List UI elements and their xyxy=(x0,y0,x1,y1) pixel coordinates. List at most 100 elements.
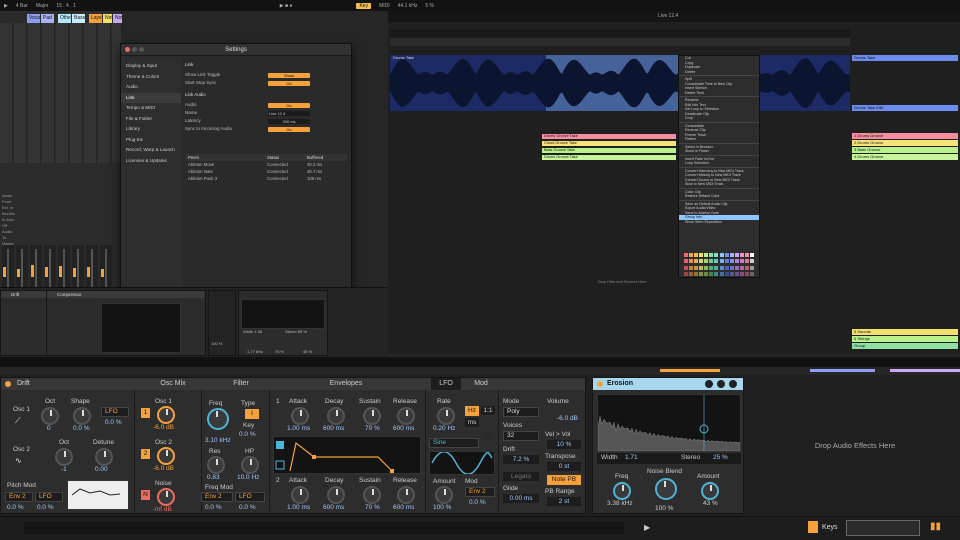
lfo-amount-knob[interactable] xyxy=(435,486,453,504)
color-swatch[interactable] xyxy=(739,253,744,257)
color-swatch[interactable] xyxy=(744,259,749,264)
level-bars-icon[interactable]: ▮▮ xyxy=(930,521,944,533)
env1-decay-knob[interactable] xyxy=(327,407,345,425)
track-header-layers[interactable]: Layers xyxy=(89,14,102,23)
color-swatch[interactable] xyxy=(704,265,709,270)
tab-mod[interactable]: Mod xyxy=(466,378,496,390)
lfo-ms-button[interactable]: ms xyxy=(465,418,479,427)
color-swatch[interactable] xyxy=(704,271,709,276)
transpose-value[interactable]: 0 st xyxy=(547,462,581,471)
compressor-display[interactable] xyxy=(101,303,181,353)
track-header-2-drums-groove[interactable]: 2 Drums Groove xyxy=(852,140,958,146)
erosion-width-value[interactable]: 1.71 xyxy=(625,454,638,461)
zoom-window-icon[interactable] xyxy=(139,47,144,52)
noise-enable-button[interactable]: N xyxy=(141,490,150,500)
pitch-mod-amount-1[interactable]: 0.0 % xyxy=(7,504,24,511)
color-swatch[interactable] xyxy=(689,259,694,264)
midi-clip[interactable]: Drums Groove Take xyxy=(542,155,676,160)
erosion-mini-display[interactable] xyxy=(241,299,325,329)
env2-attack-knob[interactable] xyxy=(291,486,309,504)
color-swatch[interactable] xyxy=(694,259,699,264)
osc1-enable-button[interactable]: 1 xyxy=(141,408,150,418)
color-swatch[interactable] xyxy=(684,259,688,264)
pitch-mod-source-2[interactable]: LFO xyxy=(35,492,63,502)
color-swatch[interactable] xyxy=(699,253,704,257)
play-icon[interactable]: ▶ xyxy=(4,3,8,9)
color-swatch[interactable] xyxy=(734,265,739,270)
color-swatch[interactable] xyxy=(694,265,699,270)
color-swatch[interactable] xyxy=(709,265,714,270)
legato-button[interactable]: Legato xyxy=(503,472,539,481)
color-swatch[interactable] xyxy=(694,271,699,276)
color-swatch[interactable] xyxy=(714,253,719,257)
device-on-icon[interactable] xyxy=(597,381,603,387)
color-swatch[interactable] xyxy=(704,253,709,257)
color-swatch[interactable] xyxy=(749,253,754,257)
color-swatch[interactable] xyxy=(734,271,739,276)
color-swatch[interactable] xyxy=(734,253,739,257)
erosion-stereo-value[interactable]: 25 % xyxy=(713,454,728,461)
color-swatch[interactable] xyxy=(749,265,754,270)
color-swatch[interactable] xyxy=(744,265,749,270)
track-header-note-1[interactable]: Note 1 xyxy=(103,14,112,23)
env2-release-knob[interactable] xyxy=(397,486,415,504)
color-swatch[interactable] xyxy=(724,259,729,264)
pitch-mod-amount-2[interactable]: 0.0 % xyxy=(37,504,54,511)
audio-clip[interactable]: Drums Take xyxy=(390,55,850,111)
env1-sustain-knob[interactable] xyxy=(363,407,381,425)
osc2-enable-button[interactable]: 2 xyxy=(141,449,150,459)
lfo-hz-button[interactable]: Hz xyxy=(465,406,479,416)
track-header-drums-take-edit[interactable]: Drums Take Edit xyxy=(852,105,958,111)
midi-clip[interactable]: Drums Groove Take xyxy=(542,134,676,139)
tempo-display[interactable]: 4 Bar xyxy=(16,3,28,9)
menu-item[interactable]: Loop Selection xyxy=(679,161,759,166)
filter-hp-knob[interactable] xyxy=(241,456,259,474)
position-display[interactable]: 15 . 4 . 1 xyxy=(56,3,75,9)
nav-audio[interactable]: Audio xyxy=(121,82,181,93)
freq-mod-amount-2[interactable]: 0.0 % xyxy=(239,504,256,511)
freq-mod-amount-1[interactable]: 0.0 % xyxy=(205,504,222,511)
time-ruler[interactable] xyxy=(390,29,850,37)
color-swatch[interactable] xyxy=(739,271,744,276)
color-swatch[interactable] xyxy=(729,259,734,264)
osc2-detune-knob[interactable] xyxy=(95,448,113,466)
erosion-freq-knob[interactable] xyxy=(613,482,631,500)
show-link-toggle-button[interactable]: Show xyxy=(268,73,310,78)
sync-incoming-toggle[interactable]: On xyxy=(268,127,310,132)
color-swatch[interactable] xyxy=(719,259,724,264)
track-header-6-strings[interactable]: 6 Strings xyxy=(852,336,958,342)
track-header-drums-take[interactable]: Drums Take xyxy=(852,55,958,61)
track-header-other[interactable]: Other xyxy=(58,14,71,23)
color-swatch[interactable] xyxy=(684,265,688,270)
color-swatch[interactable] xyxy=(689,271,694,276)
nav-tempo-midi[interactable]: Tempo & MIDI xyxy=(121,103,181,114)
shape-mod-select[interactable]: LFO xyxy=(101,407,129,417)
color-swatch[interactable] xyxy=(699,259,704,264)
track-header-pad[interactable]: Pad xyxy=(41,14,54,23)
pb-range-value[interactable]: 2 st xyxy=(547,497,581,506)
link-audio-toggle[interactable]: On xyxy=(268,103,310,108)
menu-item[interactable]: Restore Default Color xyxy=(679,194,759,199)
noise-knob[interactable] xyxy=(157,488,175,506)
track-header-note-2[interactable]: Note 2 xyxy=(113,14,122,23)
volume-value[interactable]: -6.0 dB xyxy=(557,415,578,422)
color-swatch[interactable] xyxy=(724,271,729,276)
color-swatch[interactable] xyxy=(739,265,744,270)
menu-item[interactable]: Crop xyxy=(679,116,759,121)
color-swatch[interactable] xyxy=(744,253,749,257)
osc2-wave-icon[interactable]: ∿ xyxy=(15,456,22,465)
drop-audio-effects-zone[interactable]: Drop Audio Effects Here xyxy=(750,375,960,516)
color-swatch[interactable] xyxy=(719,271,724,276)
midi-keyboard-icon[interactable] xyxy=(846,520,920,536)
color-swatch[interactable] xyxy=(749,271,754,276)
filter-key-value[interactable]: 0.0 % xyxy=(239,431,256,438)
color-swatch[interactable] xyxy=(719,265,724,270)
env1-attack-knob[interactable] xyxy=(291,407,309,425)
nav-licenses-updates[interactable]: Licenses & Updates xyxy=(121,156,181,167)
menu-item[interactable]: Show in Finder xyxy=(679,149,759,154)
color-swatch[interactable] xyxy=(714,271,719,276)
color-swatch[interactable] xyxy=(744,271,749,276)
lfo-ratio-button[interactable]: 1:1 xyxy=(481,406,495,415)
osc2-oct-knob[interactable] xyxy=(55,448,73,466)
color-swatch[interactable] xyxy=(729,271,734,276)
